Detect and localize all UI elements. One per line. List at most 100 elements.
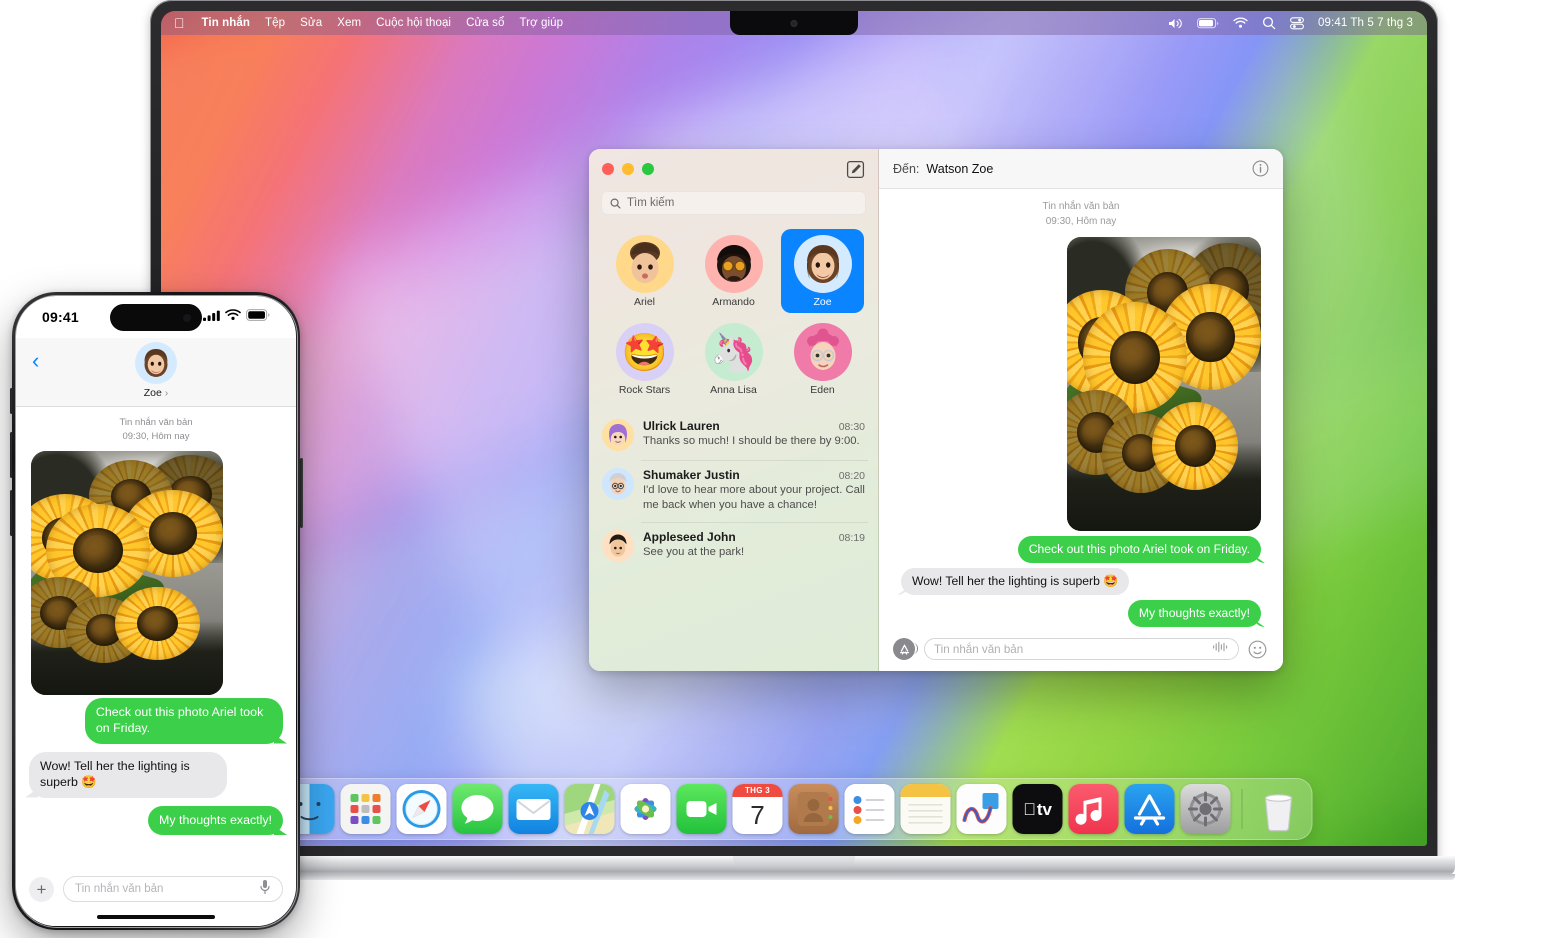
macbook-lid:  Tin nhắn Tệp Sửa Xem Cuộc hội thoại Cử…	[150, 0, 1438, 862]
iphone-contact-name[interactable]: Zoe ›	[144, 387, 169, 399]
wifi-icon[interactable]	[1233, 17, 1248, 29]
message-input[interactable]: Tin nhắn văn bản	[924, 638, 1239, 660]
message-input-placeholder: Tin nhắn văn bản	[75, 883, 164, 895]
conversation-row[interactable]: Shumaker Justin 08:20 I'd love to hear m…	[589, 460, 878, 522]
dock-item-photos[interactable]	[620, 784, 671, 834]
dock-item-messages[interactable]	[452, 784, 503, 834]
conversation-name: Shumaker Justin	[643, 468, 740, 482]
dock-item-notes[interactable]	[900, 784, 951, 834]
sunflower-photo[interactable]	[1067, 237, 1261, 531]
timestamp-line-2: 09:30, Hôm nay	[1045, 215, 1117, 227]
search-input[interactable]: Tìm kiếm	[601, 191, 866, 215]
wifi-icon	[225, 308, 241, 326]
message-row: My thoughts exactly!	[29, 805, 283, 836]
iphone-status-bar: 09:41	[16, 296, 296, 338]
menu-item-conversation[interactable]: Cuộc hội thoại	[376, 17, 451, 29]
recipient-name[interactable]: Watson Zoe	[926, 162, 993, 176]
avatar[interactable]	[135, 342, 177, 384]
iphone-device: 09:41 ‹ Zoe › Tin nhắn văn bản 09:30, Hô…	[9, 292, 303, 930]
conversation-name: Ulrick Lauren	[643, 419, 720, 433]
iphone-compose-bar: + Tin nhắn văn bản	[16, 869, 296, 908]
pinned-contacts: Ariel Armando Zoe 🤩 Rock Stars 🦄 Anna Li…	[589, 225, 878, 409]
message-row: Wow! Tell her the lighting is superb 🤩	[901, 568, 1261, 596]
info-icon[interactable]	[1252, 160, 1269, 177]
message-row: My thoughts exactly!	[901, 600, 1261, 627]
avatar	[602, 529, 634, 562]
menu-item-view[interactable]: Xem	[337, 17, 361, 29]
message-bubble-sent[interactable]: My thoughts exactly!	[1127, 600, 1261, 627]
emoji-icon[interactable]	[1248, 640, 1267, 659]
message-bubble-sent[interactable]: Check out this photo Ariel took on Frida…	[84, 697, 283, 744]
conversation-row[interactable]: Ulrick Lauren 08:30 Thanks so much! I sh…	[589, 411, 878, 460]
traffic-lights	[602, 163, 654, 175]
message-bubble-received[interactable]: Wow! Tell her the lighting is superb 🤩	[29, 751, 228, 798]
add-attachment-button[interactable]: +	[29, 876, 54, 902]
home-indicator-area	[16, 908, 296, 926]
zoom-button[interactable]	[642, 163, 654, 175]
avatar	[793, 323, 852, 381]
pinned-contact-rock-stars[interactable]: 🤩 Rock Stars	[603, 317, 686, 401]
home-indicator[interactable]	[97, 914, 215, 920]
volume-icon[interactable]	[1168, 17, 1183, 30]
audio-waveform-icon[interactable]	[1212, 640, 1229, 658]
back-chevron-icon[interactable]: ‹	[32, 350, 39, 372]
pinned-contact-eden[interactable]: Eden	[781, 317, 864, 401]
search-placeholder: Tìm kiếm	[627, 197, 675, 209]
conversation-preview: See you at the park!	[643, 545, 745, 558]
messages-chat-pane: Đến: Watson Zoe Tin nhắn văn bản 09:30, …	[879, 149, 1283, 671]
pinned-contact-zoe[interactable]: Zoe	[781, 229, 864, 313]
compose-icon[interactable]	[846, 160, 865, 179]
microphone-icon[interactable]	[259, 879, 271, 900]
dock-item-launchpad[interactable]	[340, 784, 391, 834]
menu-item-help[interactable]: Trợ giúp	[519, 17, 563, 29]
dock-item-app-store[interactable]	[1124, 784, 1175, 834]
display-notch	[730, 11, 858, 35]
minimize-button[interactable]	[622, 163, 634, 175]
iphone-frame: 09:41 ‹ Zoe › Tin nhắn văn bản 09:30, Hô…	[12, 292, 300, 930]
message-bubble-received[interactable]: Wow! Tell her the lighting is superb 🤩	[901, 568, 1130, 596]
dock-item-mail[interactable]	[508, 784, 559, 834]
contact-name: Ariel	[633, 296, 655, 308]
avatar: 🤩	[615, 323, 674, 381]
dock-item-music[interactable]	[1068, 784, 1119, 834]
pinned-contact-ariel[interactable]: Ariel	[603, 229, 686, 313]
apple-menu-icon[interactable]: 	[174, 16, 185, 30]
menubar-clock[interactable]: 09:41 Th 5 7 thg 3	[1318, 17, 1413, 29]
dock-item-trash[interactable]	[1254, 784, 1304, 834]
app-store-icon[interactable]	[893, 638, 918, 660]
dock-item-system-settings[interactable]	[1180, 784, 1231, 834]
message-row-photo	[901, 237, 1261, 531]
control-center-icon[interactable]	[1290, 16, 1304, 30]
message-bubble-sent[interactable]: My thoughts exactly!	[148, 805, 283, 836]
macbook-foot	[133, 874, 1455, 880]
battery-icon[interactable]	[1197, 17, 1219, 29]
dock-item-maps[interactable]	[564, 784, 615, 834]
search-icon[interactable]	[1262, 16, 1276, 30]
chat-header: Đến: Watson Zoe	[879, 149, 1283, 189]
sunflower-photo[interactable]	[31, 450, 223, 695]
message-input[interactable]: Tin nhắn văn bản	[63, 876, 283, 902]
message-bubble-sent[interactable]: Check out this photo Ariel took on Frida…	[1017, 536, 1261, 564]
menu-item-file[interactable]: Tệp	[265, 17, 285, 29]
macbook-base	[133, 856, 1455, 876]
dock-item-safari[interactable]	[396, 784, 447, 834]
menu-item-edit[interactable]: Sửa	[300, 17, 322, 29]
chevron-right-icon: ›	[164, 387, 169, 399]
close-button[interactable]	[602, 163, 614, 175]
conversation-row[interactable]: Appleseed John 08:19 See you at the park…	[589, 521, 878, 571]
iphone-conversation-header: ‹ Zoe ›	[16, 338, 296, 407]
battery-icon	[246, 308, 270, 326]
dock-item-calendar[interactable]: THG 3 7	[732, 784, 783, 834]
menu-item-window[interactable]: Cửa sổ	[466, 17, 504, 29]
dock-item-facetime[interactable]	[676, 784, 727, 834]
dock-item-reminders[interactable]	[844, 784, 895, 834]
pinned-contact-anna-lisa[interactable]: 🦄 Anna Lisa	[692, 317, 775, 401]
dock-item-apple-tv[interactable]:  tv	[1012, 784, 1063, 834]
menu-item-app[interactable]: Tin nhắn	[202, 17, 251, 29]
dock-item-contacts[interactable]	[788, 784, 839, 834]
avatar	[602, 419, 634, 451]
dock-item-freeform[interactable]	[956, 784, 1007, 834]
pinned-contact-armando[interactable]: Armando	[692, 229, 775, 313]
message-timestamp: Tin nhắn văn bản 09:30, Hôm nay	[29, 416, 283, 444]
message-input-placeholder: Tin nhắn văn bản	[934, 642, 1024, 656]
